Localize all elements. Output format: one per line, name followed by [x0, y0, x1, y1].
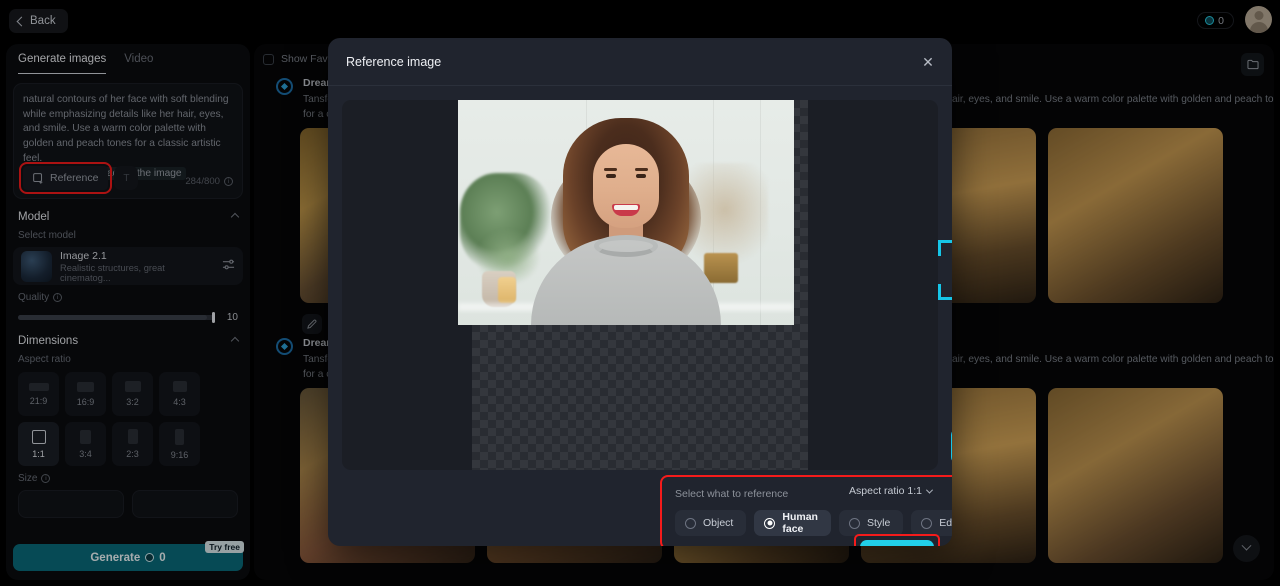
radio-icon[interactable] — [764, 517, 776, 529]
reference-type-options: ObjectHuman faceStyleEdgeDepthPose — [675, 510, 952, 536]
reference-option-object[interactable]: Object — [675, 510, 747, 536]
modal-aspect-ratio-select[interactable]: Aspect ratio 1:1 — [849, 485, 934, 497]
reference-image-modal: Reference image ✕ Select what to referen… — [328, 38, 952, 546]
radio-icon[interactable] — [848, 517, 860, 529]
modal-title: Reference image — [346, 54, 442, 69]
reference-option-label: Object — [703, 517, 734, 529]
save-button[interactable]: Save — [860, 540, 934, 546]
reference-option-label: Edge — [939, 517, 952, 529]
reference-photo — [458, 100, 794, 325]
chevron-down-icon — [925, 486, 934, 494]
modal-header: Reference image ✕ — [328, 38, 952, 86]
reference-option-label: Human face — [782, 511, 818, 535]
reference-option-edge[interactable]: Edge — [911, 510, 952, 536]
modal-aspect-ratio-label: Aspect ratio 1:1 — [849, 485, 922, 497]
close-icon[interactable]: ✕ — [920, 54, 936, 70]
reference-option-human-face[interactable]: Human face — [754, 510, 831, 536]
reference-option-style[interactable]: Style — [838, 510, 904, 536]
radio-icon[interactable] — [921, 517, 933, 529]
reference-option-label: Style — [866, 517, 891, 529]
app-root: Back 0 Generate images Video natural con… — [0, 0, 1280, 586]
detected-face-thumbnail[interactable] — [951, 429, 952, 463]
radio-icon[interactable] — [685, 517, 696, 529]
